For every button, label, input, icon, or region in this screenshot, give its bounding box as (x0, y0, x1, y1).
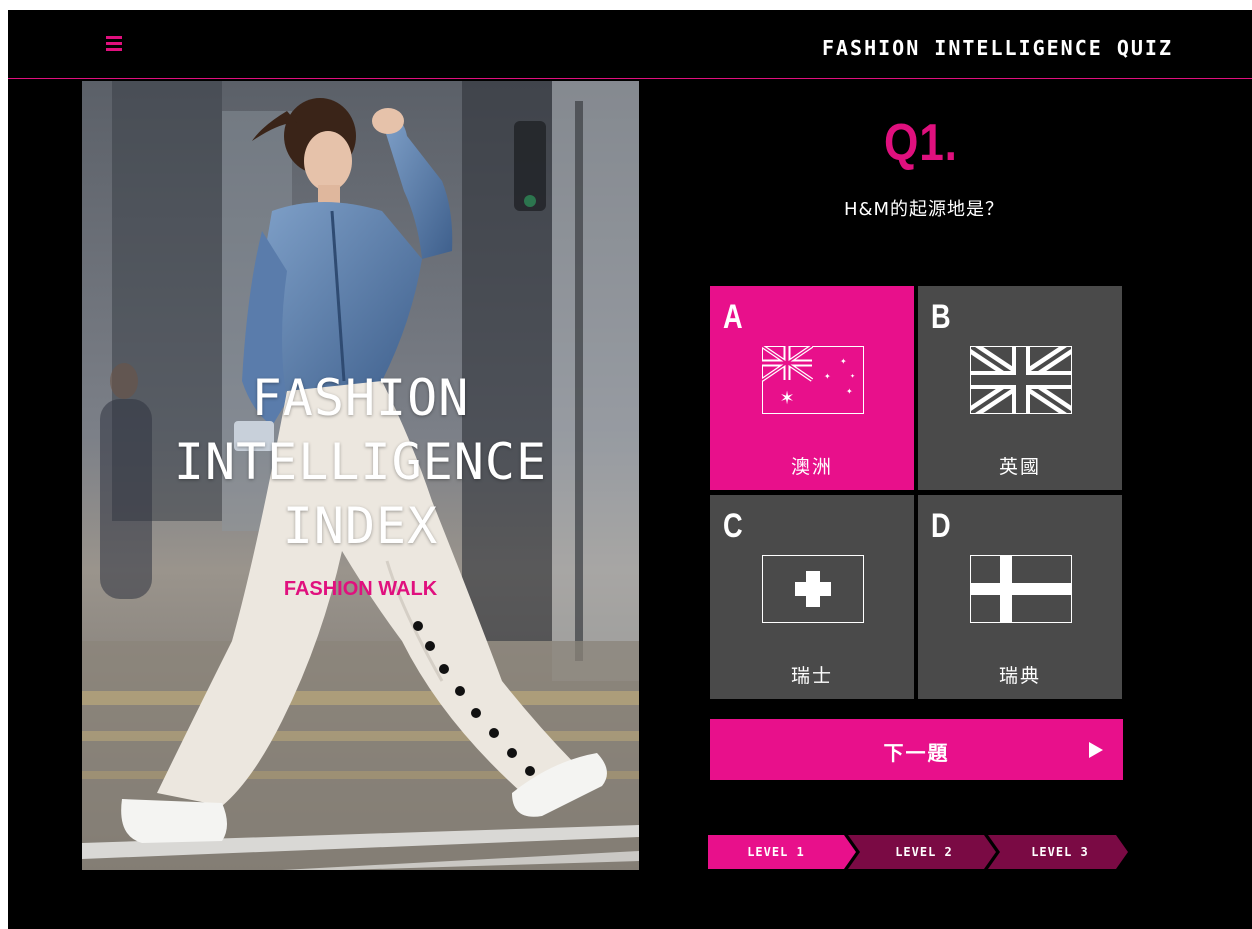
next-button-label: 下一題 (883, 741, 950, 765)
sweden-flag-icon (970, 555, 1072, 623)
option-a[interactable]: A ✶ ✦ ✦ ✦ ✦ 澳洲 (710, 286, 914, 490)
uk-flag-icon (970, 346, 1072, 414)
level-label: LEVEL 2 (895, 845, 953, 859)
level-label: LEVEL 1 (747, 845, 805, 859)
option-label: 瑞典 (998, 665, 1041, 687)
hero-title: FASHION INTELLIGENCE INDEX (82, 366, 639, 558)
svg-text:✦: ✦ (846, 387, 853, 396)
app-frame: FASHION INTELLIGENCE QUIZ FASHION INTELL… (8, 10, 1252, 929)
hero-image: FASHION INTELLIGENCE INDEX FASHION WALK (82, 81, 639, 870)
option-letter: C (723, 507, 743, 545)
app-title: FASHION INTELLIGENCE QUIZ (821, 36, 1173, 60)
top-bar: FASHION INTELLIGENCE QUIZ (8, 10, 1252, 79)
hero-title-line: INDEX (282, 497, 439, 555)
option-letter: D (931, 507, 951, 545)
hero-subtitle: FASHION WALK (283, 578, 438, 600)
option-c[interactable]: C 瑞士 (710, 495, 914, 699)
level-3-tab[interactable]: LEVEL 3 (988, 835, 1138, 869)
next-question-button[interactable]: 下一題 (710, 719, 1123, 780)
level-label: LEVEL 3 (1031, 845, 1089, 859)
hero-title-line: INTELLIGENCE (173, 433, 548, 491)
option-label: 英國 (998, 456, 1041, 478)
switzerland-flag-icon (762, 555, 864, 623)
svg-text:✦: ✦ (850, 373, 855, 380)
option-label: 澳洲 (790, 456, 833, 478)
question-text: H&M的起源地是？ (843, 199, 1005, 220)
level-1-tab[interactable]: LEVEL 1 (708, 835, 858, 869)
svg-text:✦: ✦ (840, 357, 847, 366)
option-label: 瑞士 (790, 665, 833, 687)
svg-text:✶: ✶ (779, 388, 794, 409)
hero-title-line: FASHION (251, 369, 470, 427)
hamburger-menu-icon[interactable] (106, 36, 128, 54)
question-number: Q1. (884, 114, 958, 172)
level-2-tab[interactable]: LEVEL 2 (848, 835, 998, 869)
svg-text:✦: ✦ (824, 372, 831, 381)
australia-flag-icon: ✶ ✦ ✦ ✦ ✦ (762, 346, 864, 414)
option-b[interactable]: B 英國 (918, 286, 1122, 490)
play-arrow-icon (1089, 742, 1103, 758)
option-d[interactable]: D 瑞典 (918, 495, 1122, 699)
option-letter: A (723, 298, 743, 336)
option-letter: B (931, 298, 951, 336)
